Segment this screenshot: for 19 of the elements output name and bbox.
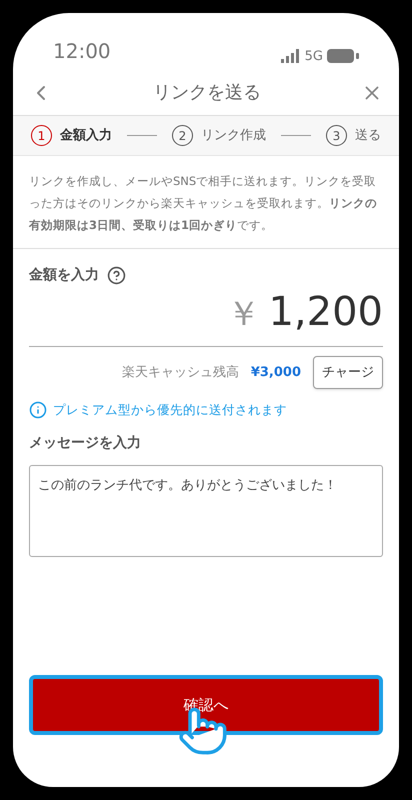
balance-value: ¥3,000 <box>250 364 301 382</box>
page-title: リンクを送る <box>153 81 261 105</box>
signal-icon <box>280 49 301 64</box>
message-field[interactable]: この前のランチ代です。ありがとうございました！ <box>29 464 383 557</box>
info-text: プレミアム型から優先的に送付されます <box>53 401 287 419</box>
step: 1 金額入力 <box>31 125 112 146</box>
step: 3 送る <box>326 125 381 146</box>
network-label: 5G <box>304 48 323 66</box>
status-time: 12:00 <box>53 38 111 65</box>
amount-field[interactable]: ￥ 1,200 <box>29 282 383 347</box>
balance-label: 楽天キャッシュ残高 <box>122 364 239 382</box>
info-icon <box>29 401 47 420</box>
description-text: リンクを作成し、メールやSNSで相手に送れます。リンクを受取った方はそのリンクから楽天キャッシュを受取れます。リンクの有効期限は3日間、受取りは1回かぎりです。 <box>13 156 399 249</box>
charge-button[interactable]: チャージ <box>313 356 383 389</box>
help-icon[interactable] <box>107 266 126 285</box>
battery-icon <box>327 49 359 64</box>
step: 2 リンク作成 <box>172 125 266 146</box>
message-label: メッセージを入力 <box>29 434 142 453</box>
amount-label: 金額を入力 <box>29 266 99 285</box>
